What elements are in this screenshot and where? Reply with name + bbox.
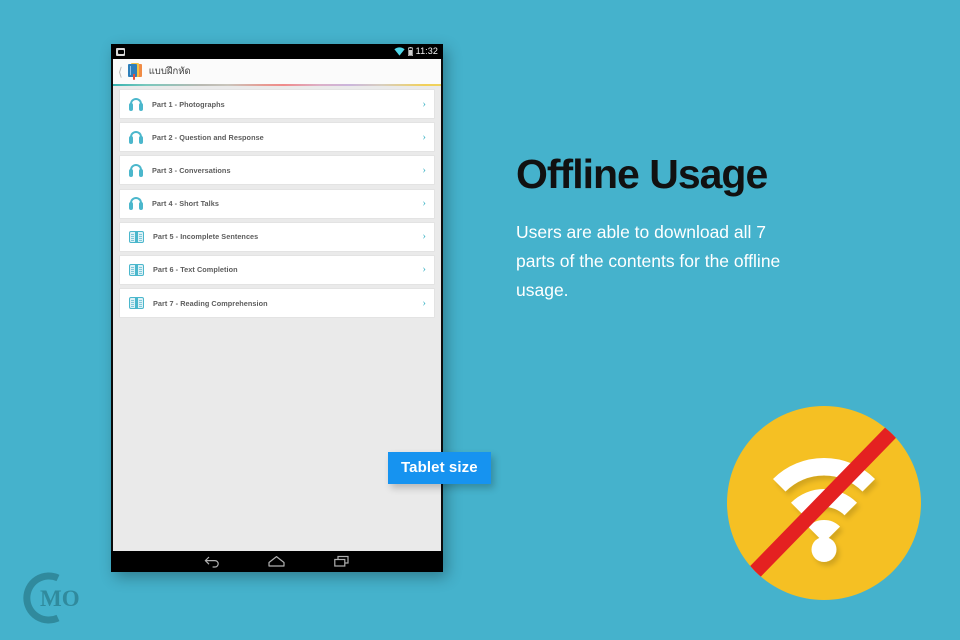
list-item-label: Part 7 - Reading Comprehension <box>153 298 268 308</box>
page-title: Offline Usage <box>516 151 768 197</box>
status-bar-left <box>116 47 125 56</box>
list-item[interactable]: Part 7 - Reading Comprehension › <box>119 288 435 319</box>
wifi-icon <box>394 47 405 56</box>
chevron-left-icon[interactable]: ⟨ <box>118 66 123 78</box>
app-bar: ⟨ แบบฝึกหัด <box>113 59 441 84</box>
chevron-right-icon: › <box>422 296 426 309</box>
list-item-label: Part 4 - Short Talks <box>152 199 219 209</box>
books-icon <box>127 63 144 80</box>
chevron-right-icon: › <box>422 97 426 110</box>
chevron-right-icon: › <box>422 130 426 143</box>
app-bar-title: แบบฝึกหัด <box>148 66 191 77</box>
open-book-icon <box>129 230 144 243</box>
cmo-logo: MO <box>23 572 80 624</box>
list-item-label: Part 5 - Incomplete Sentences <box>153 232 259 242</box>
feature-description: Users are able to download all 7 parts o… <box>516 222 781 300</box>
tablet-size-badge: Tablet size <box>388 452 491 484</box>
list-item-label: Part 6 - Text Completion <box>153 265 238 275</box>
headphones-icon <box>129 163 143 177</box>
list-item[interactable]: Part 6 - Text Completion › <box>119 254 435 285</box>
list-item[interactable]: Part 1 - Photographs › <box>119 89 435 119</box>
cmo-logo-text: MO <box>40 586 80 611</box>
headphones-icon <box>129 130 143 144</box>
back-arrow-icon[interactable] <box>204 555 221 568</box>
parts-list: Part 1 - Photographs › Part 2 - Question… <box>113 86 441 319</box>
list-item-label: Part 2 - Question and Response <box>152 132 264 142</box>
chevron-right-icon: › <box>422 263 426 276</box>
chevron-right-icon: › <box>422 163 426 176</box>
wifi-off-icon <box>727 406 921 600</box>
feature-copy: Offline Usage Users are able to download… <box>516 152 916 305</box>
open-book-icon <box>129 297 144 310</box>
open-book-icon <box>129 263 144 276</box>
battery-icon <box>407 47 413 56</box>
list-item[interactable]: Part 4 - Short Talks › <box>119 188 435 219</box>
list-item[interactable]: Part 5 - Incomplete Sentences › <box>119 221 435 252</box>
android-nav-bar <box>111 551 443 572</box>
status-bar-right: 11:32 <box>394 47 438 56</box>
chevron-right-icon: › <box>422 197 426 210</box>
home-icon[interactable] <box>267 555 286 568</box>
screenshot-icon <box>116 47 125 56</box>
list-item[interactable]: Part 3 - Conversations › <box>119 155 435 186</box>
promo-graphic: 11:32 ⟨ แบบฝึกหัด Part 1 - Photographs ›… <box>0 0 960 640</box>
list-item[interactable]: Part 2 - Question and Response › <box>119 122 435 153</box>
list-item-label: Part 3 - Conversations <box>152 165 231 175</box>
list-item-label: Part 1 - Photographs <box>152 99 225 109</box>
chevron-right-icon: › <box>422 230 426 243</box>
android-status-bar: 11:32 <box>111 44 443 59</box>
headphones-icon <box>129 97 143 111</box>
status-bar-clock: 11:32 <box>415 46 438 56</box>
headphones-icon <box>129 197 143 211</box>
recent-apps-icon[interactable] <box>333 555 350 568</box>
tablet-device-mockup: 11:32 ⟨ แบบฝึกหัด Part 1 - Photographs ›… <box>111 44 443 572</box>
